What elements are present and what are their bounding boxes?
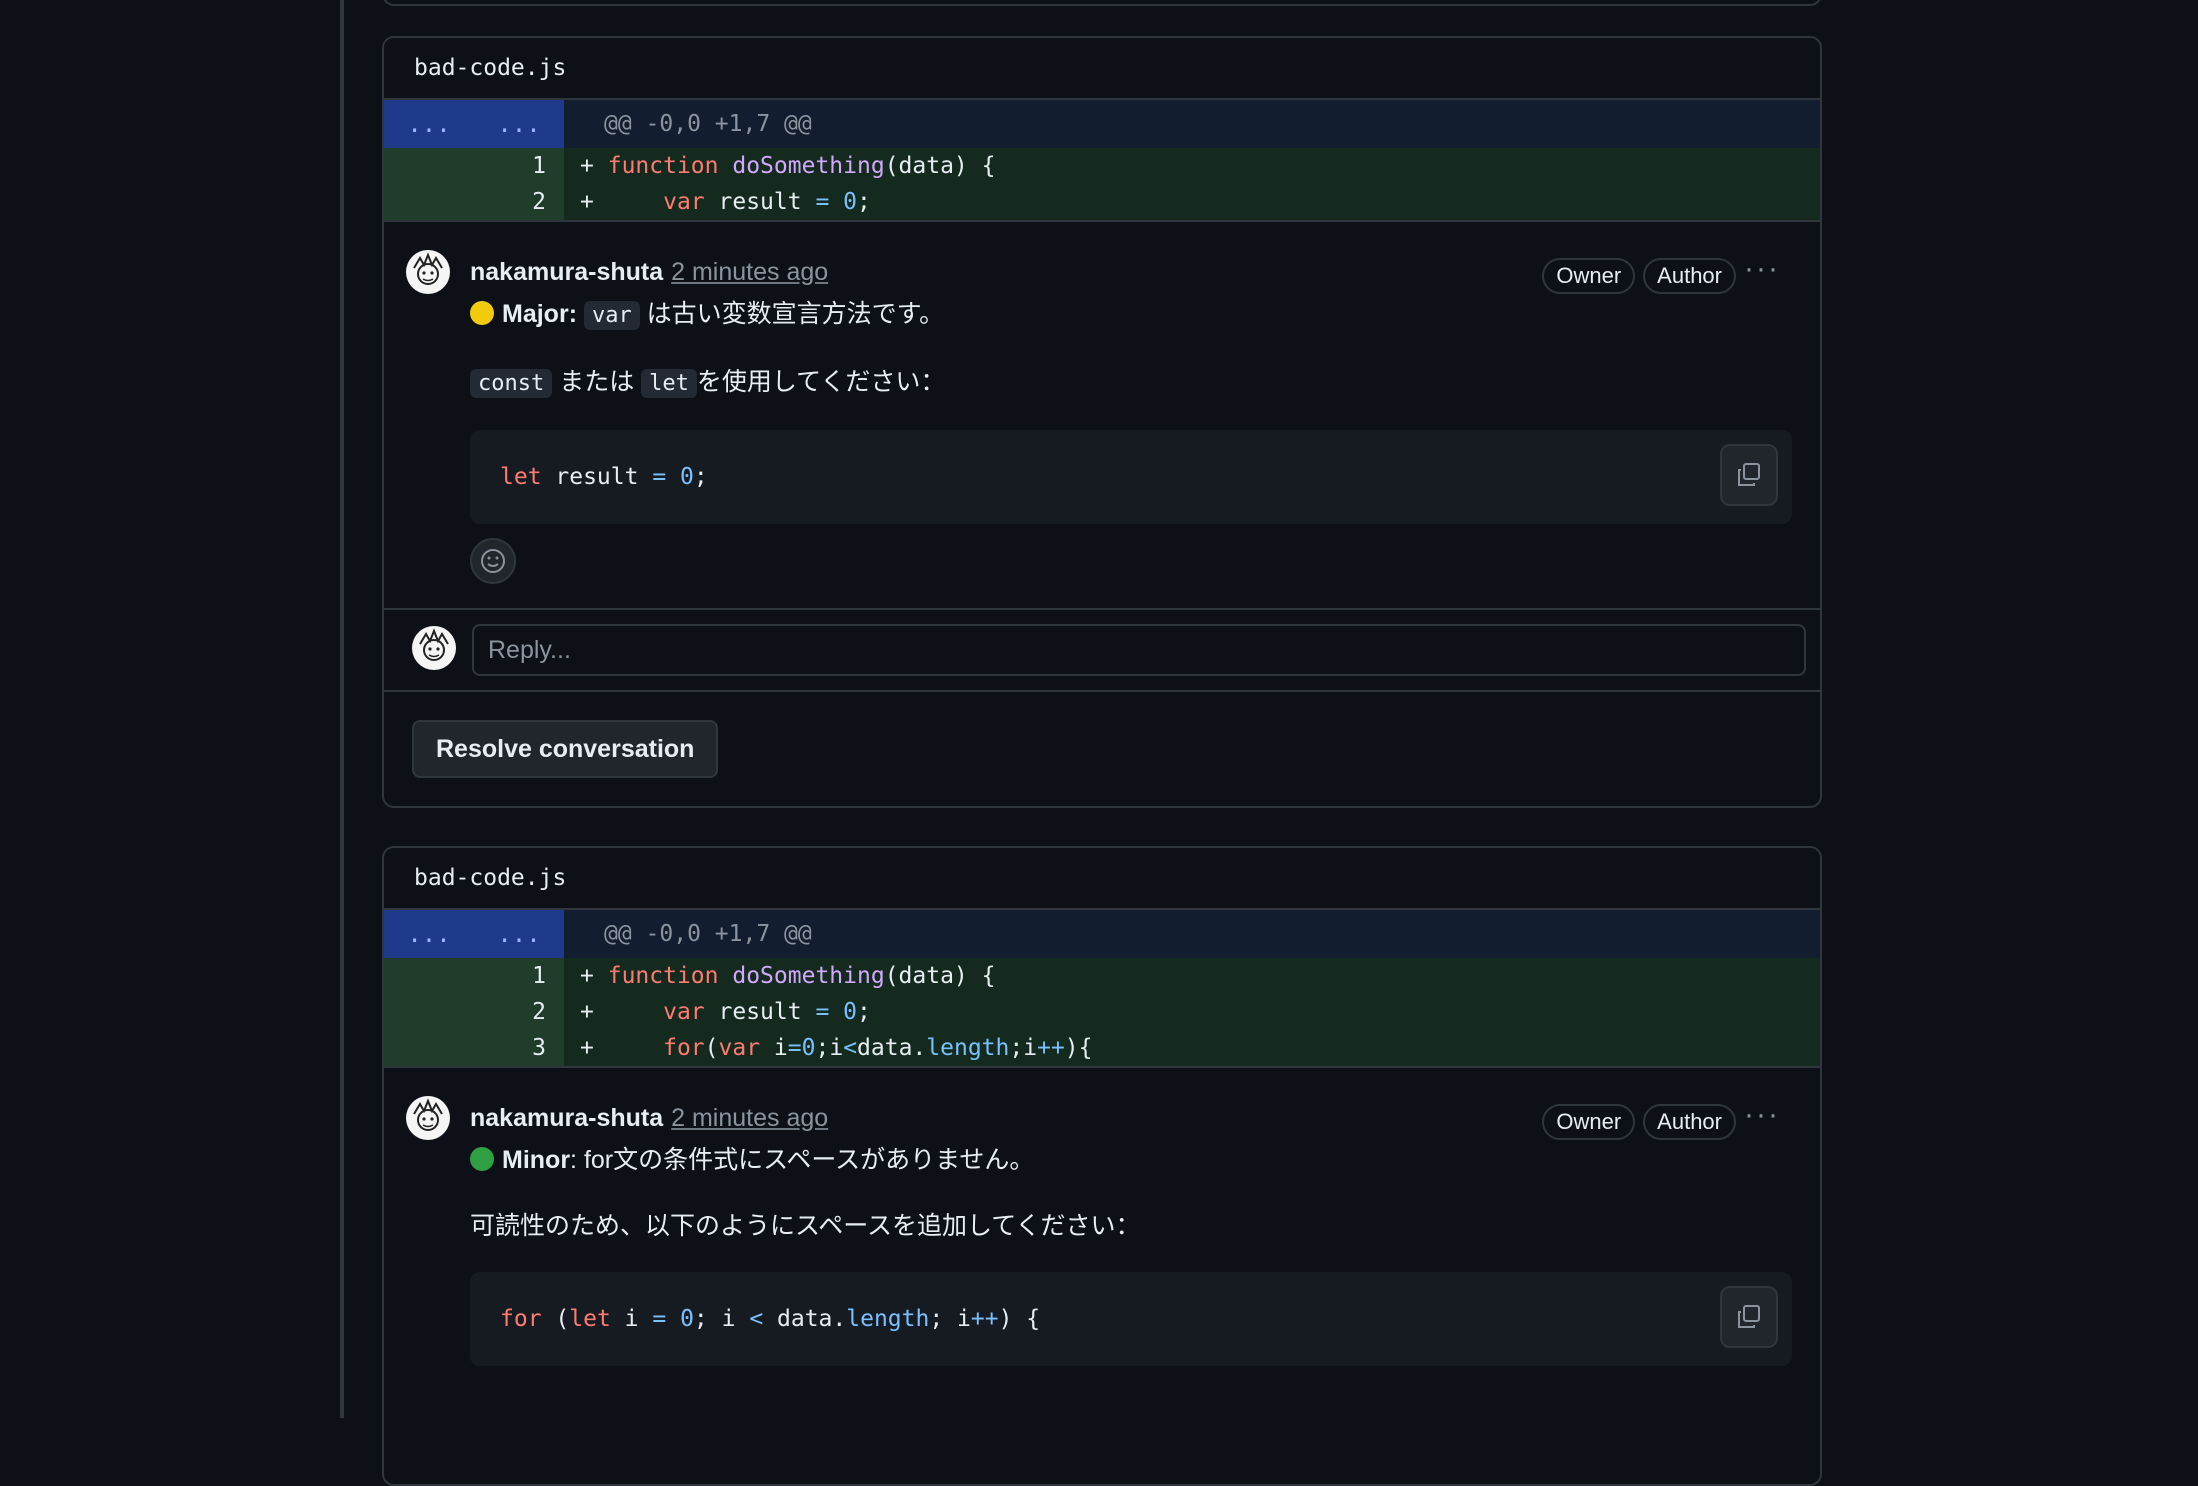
diff-hunk-header: ... ... @@ -0,0 +1,7 @@ (384, 100, 1820, 148)
reply-row: Reply... (384, 608, 1820, 690)
avatar-icon (412, 626, 456, 670)
line-number[interactable]: 2 (384, 184, 564, 220)
diff-line: 1 + function doSomething(data) { (384, 958, 1820, 994)
kebab-icon[interactable]: ··· (1744, 252, 1780, 286)
line-code: + for(var i=0;i<data.length;i++){ (564, 1030, 1820, 1066)
author-badge: Author (1643, 258, 1736, 294)
comment-time[interactable]: 2 minutes ago (671, 1104, 828, 1133)
copy-icon (1738, 463, 1760, 486)
copy-icon (1738, 1305, 1760, 1328)
code-block: for (let i = 0; i < data.length; i++) { (470, 1272, 1792, 1366)
expand-up[interactable]: ... (384, 100, 474, 148)
resolve-area: Resolve conversation (384, 690, 1820, 806)
line-number[interactable]: 3 (384, 1030, 564, 1066)
kebab-icon[interactable]: ··· (1744, 1098, 1780, 1132)
author-name[interactable]: nakamura-shuta (470, 258, 663, 287)
hunk-expand[interactable]: ... ... (384, 910, 564, 958)
role-badges: Owner Author (1542, 1104, 1736, 1140)
copy-button[interactable] (1720, 444, 1778, 506)
review-comment: nakamura-shuta 2 minutes ago Owner Autho… (384, 220, 1820, 608)
expand-down[interactable]: ... (474, 910, 564, 958)
severity-label: Major (502, 300, 569, 328)
line-code: + var result = 0; (564, 184, 1820, 220)
line-number[interactable]: 1 (384, 148, 564, 184)
line-code: + var result = 0; (564, 994, 1820, 1030)
comment-line-2: const または let を使用してください： (470, 362, 1792, 404)
owner-badge: Owner (1542, 1104, 1636, 1140)
avatar-icon[interactable] (406, 250, 450, 294)
comment-body: Minor: for文の条件式にスペースがありません。 可読性のため、以下のよう… (470, 1140, 1792, 1366)
resolve-conversation-button[interactable]: Resolve conversation (412, 720, 719, 778)
owner-badge: Owner (1542, 258, 1636, 294)
review-thread-2: bad-code.js ... ... @@ -0,0 +1,7 @@ 1 + … (382, 846, 1822, 1486)
code-snippet: for (let i = 0; i < data.length; i++) { (500, 1306, 1041, 1332)
avatar-icon[interactable] (406, 1096, 450, 1140)
diff-line: 3 + for(var i=0;i<data.length;i++){ (384, 1030, 1820, 1066)
review-comment: nakamura-shuta 2 minutes ago Owner Autho… (384, 1066, 1820, 1390)
hunk-expand[interactable]: ... ... (384, 100, 564, 148)
diff-line: 2 + var result = 0; (384, 994, 1820, 1030)
line-number[interactable]: 2 (384, 994, 564, 1030)
diff-line: 1 + function doSomething(data) { (384, 148, 1820, 184)
timeline-line (340, 0, 344, 1418)
severity-label: Minor (502, 1146, 571, 1174)
role-badges: Owner Author (1542, 258, 1736, 294)
hunk-text: @@ -0,0 +1,7 @@ (604, 921, 812, 947)
copy-button[interactable] (1720, 1286, 1778, 1348)
file-name[interactable]: bad-code.js (384, 848, 1820, 910)
comment-line-2: 可読性のため、以下のようにスペースを追加してください： (470, 1212, 1141, 1240)
code-snippet: let result = 0; (500, 464, 708, 490)
diff-line: 2 + var result = 0; (384, 184, 1820, 220)
inline-code: let (641, 369, 697, 398)
expand-up[interactable]: ... (384, 910, 474, 958)
comment-time[interactable]: 2 minutes ago (671, 258, 828, 287)
author-badge: Author (1643, 1104, 1736, 1140)
inline-code: var (583, 301, 640, 330)
comment-body: Major: var は古い変数宣言方法です。 const または let を使用… (470, 294, 1792, 584)
line-number[interactable]: 1 (384, 958, 564, 994)
line-code: + function doSomething(data) { (564, 148, 1820, 184)
diff-hunk-header: ... ... @@ -0,0 +1,7 @@ (384, 910, 1820, 958)
smiley-icon (481, 549, 505, 573)
reply-input[interactable]: Reply... (472, 624, 1806, 676)
add-reaction-button[interactable] (470, 538, 516, 584)
comment-line-1: Minor: for文の条件式にスペースがありません。 (470, 1140, 1792, 1180)
line-code: + function doSomething(data) { (564, 958, 1820, 994)
severity-dot-icon (470, 301, 494, 325)
file-name[interactable]: bad-code.js (384, 38, 1820, 100)
review-thread-1: bad-code.js ... ... @@ -0,0 +1,7 @@ 1 + … (382, 36, 1822, 808)
expand-down[interactable]: ... (474, 100, 564, 148)
inline-code: const (470, 369, 553, 398)
author-name[interactable]: nakamura-shuta (470, 1104, 663, 1133)
previous-card-edge (382, 0, 1822, 6)
comment-line-1: Major: var は古い変数宣言方法です。 (470, 294, 1792, 336)
severity-dot-icon (470, 1147, 494, 1171)
code-block: let result = 0; (470, 430, 1792, 524)
hunk-text: @@ -0,0 +1,7 @@ (604, 111, 812, 137)
